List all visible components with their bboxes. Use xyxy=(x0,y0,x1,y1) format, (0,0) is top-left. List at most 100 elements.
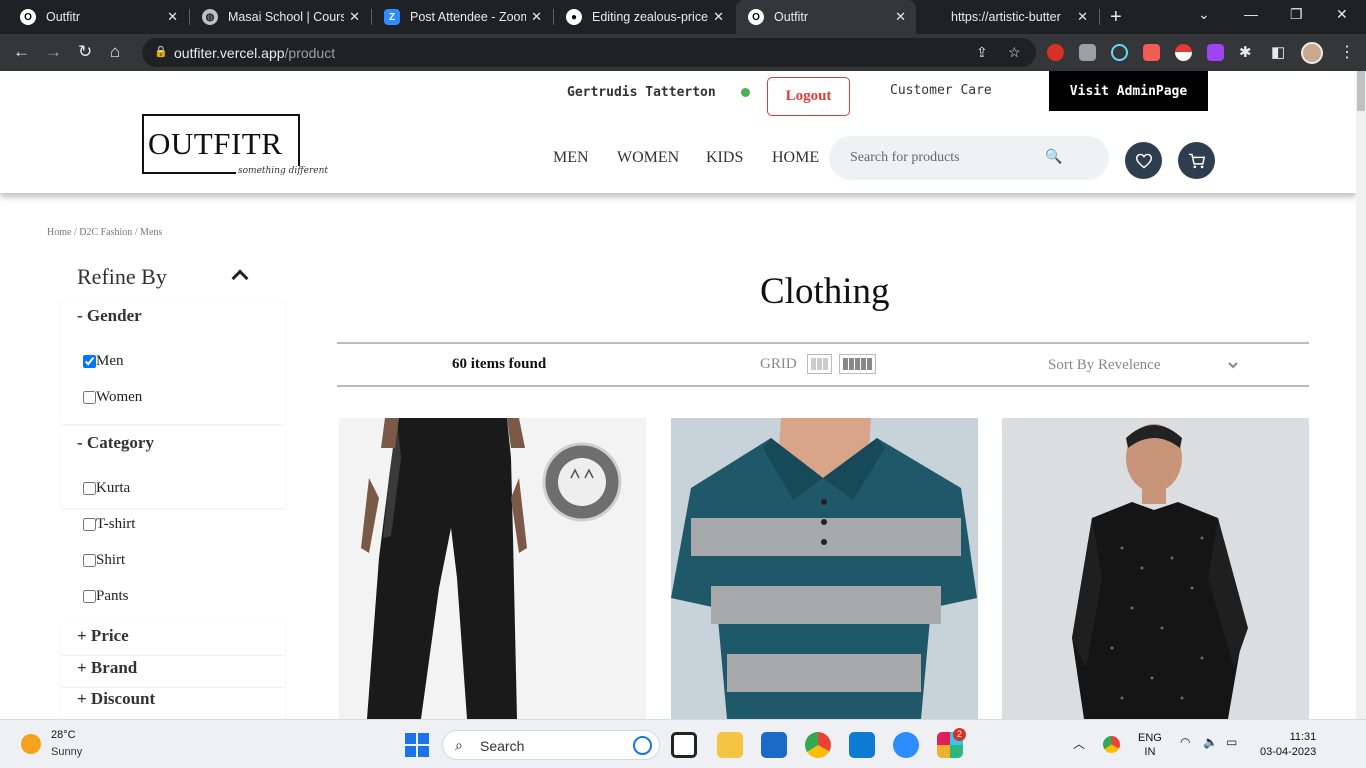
browser-tab[interactable]: ● Editing zealous-price- ✕ xyxy=(554,0,734,34)
extension-pokeball-icon[interactable] xyxy=(1175,44,1192,61)
close-icon[interactable]: ✕ xyxy=(531,9,542,25)
discount-filter-heading[interactable]: + Discount xyxy=(77,689,155,709)
nav-men[interactable]: MEN xyxy=(553,149,589,167)
category-option-pants[interactable]: Pants xyxy=(83,588,129,605)
gender-filter-heading[interactable]: - Gender xyxy=(77,306,142,326)
file-explorer-icon[interactable] xyxy=(717,732,743,758)
tshirt-checkbox[interactable] xyxy=(83,518,96,531)
category-option-shirt[interactable]: Shirt xyxy=(83,552,125,569)
extension-red-icon[interactable] xyxy=(1143,44,1160,61)
extension-react-icon[interactable] xyxy=(1111,44,1128,61)
scrollbar-thumb[interactable] xyxy=(1357,71,1365,111)
volume-icon[interactable]: 🔈 xyxy=(1203,735,1218,749)
close-icon[interactable]: ✕ xyxy=(167,9,178,25)
product-card[interactable] xyxy=(1002,418,1309,719)
brand-filter-heading[interactable]: + Brand xyxy=(77,658,137,678)
home-icon[interactable]: ⌂ xyxy=(110,42,120,62)
gender-option-men[interactable]: Men xyxy=(83,353,124,370)
chevron-up-icon[interactable]: ︿ xyxy=(1073,735,1085,752)
browser-tab[interactable]: ◍ Masai School | Course ✕ xyxy=(190,0,370,34)
search-input[interactable] xyxy=(850,147,1050,169)
sun-weather-icon[interactable] xyxy=(21,734,41,754)
forward-arrow-icon[interactable]: → xyxy=(45,42,62,62)
tab-title: Post Attendee - Zoom xyxy=(410,10,526,24)
sort-select[interactable]: Sort By Revelence xyxy=(1044,355,1241,375)
search-icon[interactable]: 🔍 xyxy=(1045,148,1062,165)
microsoft-store-icon[interactable] xyxy=(761,732,787,758)
nav-kids[interactable]: KIDS xyxy=(706,149,743,167)
language-indicator[interactable]: ENG IN xyxy=(1138,731,1162,759)
side-panel-icon[interactable]: ◧ xyxy=(1271,43,1285,61)
zoom-icon[interactable] xyxy=(893,732,919,758)
task-view-icon[interactable] xyxy=(671,732,697,758)
nav-women[interactable]: WOMEN xyxy=(617,149,679,167)
bing-icon[interactable] xyxy=(633,736,652,755)
category-filter-heading[interactable]: - Category xyxy=(77,433,154,453)
browser-tab[interactable]: https://artistic-butter ✕ xyxy=(918,0,1098,34)
pants-checkbox[interactable] xyxy=(83,590,96,603)
shirt-checkbox[interactable] xyxy=(83,554,96,567)
men-checkbox[interactable] xyxy=(83,355,96,368)
category-option-kurta[interactable]: Kurta xyxy=(83,480,130,497)
kurta-checkbox[interactable] xyxy=(83,482,96,495)
price-filter-heading[interactable]: + Price xyxy=(77,626,129,646)
option-label: T-shirt xyxy=(96,516,136,532)
address-bar[interactable]: 🔒 outfiter.vercel.app/product ⇪ ☆ xyxy=(142,38,1036,67)
product-card[interactable] xyxy=(671,418,978,719)
back-arrow-icon[interactable]: ← xyxy=(13,42,30,62)
profile-avatar[interactable] xyxy=(1301,42,1323,64)
grid-bar xyxy=(811,358,816,370)
option-label: Kurta xyxy=(96,480,131,496)
reload-icon[interactable]: ↻ xyxy=(78,42,92,62)
extension-gray-icon[interactable] xyxy=(1079,44,1096,61)
site-header: OUTFITR something different Gertrudis Ta… xyxy=(0,71,1356,193)
extension-adblock-icon[interactable] xyxy=(1047,44,1064,61)
wishlist-button[interactable] xyxy=(1125,142,1162,179)
restore-icon[interactable]: ❐ xyxy=(1290,6,1303,23)
gender-option-women[interactable]: Women xyxy=(83,389,142,406)
category-option-tshirt[interactable]: T-shirt xyxy=(83,516,135,533)
browser-tab[interactable]: O Outfitr ✕ xyxy=(8,0,188,34)
minimize-icon[interactable]: — xyxy=(1244,6,1258,22)
breadcrumb[interactable]: Home / D2C Fashion / Mens xyxy=(47,227,162,238)
logout-button[interactable]: Logout xyxy=(767,77,850,116)
chevron-up-icon[interactable] xyxy=(231,269,249,287)
nav-home[interactable]: HOME xyxy=(772,149,819,167)
tab-title: Outfitr xyxy=(774,10,809,24)
battery-icon[interactable]: ▭ xyxy=(1226,735,1237,749)
site-logo[interactable]: OUTFITR something different xyxy=(142,114,330,176)
close-icon[interactable]: ✕ xyxy=(349,9,360,25)
new-tab-plus-icon[interactable]: + xyxy=(1110,6,1122,29)
wifi-icon[interactable]: ◠ xyxy=(1180,735,1190,749)
vscode-icon[interactable] xyxy=(849,732,875,758)
close-icon[interactable]: ✕ xyxy=(1077,9,1088,25)
windows-start-icon[interactable] xyxy=(405,733,429,757)
close-icon[interactable]: ✕ xyxy=(713,9,724,25)
women-checkbox[interactable] xyxy=(83,391,96,404)
chrome-icon[interactable] xyxy=(805,732,831,758)
product-card[interactable] xyxy=(339,418,646,719)
browser-tab[interactable]: Z Post Attendee - Zoom ✕ xyxy=(372,0,552,34)
weather-temperature[interactable]: 28°C xyxy=(51,729,76,741)
cart-button[interactable] xyxy=(1178,142,1215,179)
menu-kebab-icon[interactable]: ⋮ xyxy=(1339,42,1355,62)
grid-label: GRID xyxy=(760,356,797,372)
tab-search-chevron-icon[interactable]: ⌄ xyxy=(1198,6,1210,23)
system-clock[interactable]: 11:31 03-04-2023 xyxy=(1260,730,1316,760)
extensions-puzzle-icon[interactable]: ✱ xyxy=(1239,43,1252,61)
grid-3-columns-button[interactable] xyxy=(807,354,832,374)
browser-tab-active[interactable]: O Outfitr ✕ xyxy=(736,0,916,34)
visit-admin-page-button[interactable]: Visit AdminPage xyxy=(1049,71,1208,111)
share-icon[interactable]: ⇪ xyxy=(976,44,988,61)
page-scrollbar[interactable] xyxy=(1356,71,1366,719)
bookmark-star-icon[interactable]: ☆ xyxy=(1008,44,1021,61)
close-window-icon[interactable]: ✕ xyxy=(1336,6,1348,23)
chrome-tray-icon[interactable] xyxy=(1103,736,1120,753)
close-icon[interactable]: ✕ xyxy=(895,9,906,25)
extension-purple-icon[interactable] xyxy=(1207,44,1224,61)
customer-care-link[interactable]: Customer Care xyxy=(890,83,992,98)
taskbar-search-box[interactable]: ⌕ Search xyxy=(442,730,660,760)
product-image-black-kurta xyxy=(1002,418,1309,719)
grid-5-columns-button[interactable] xyxy=(839,354,876,374)
weather-condition[interactable]: Sunny xyxy=(51,746,82,758)
